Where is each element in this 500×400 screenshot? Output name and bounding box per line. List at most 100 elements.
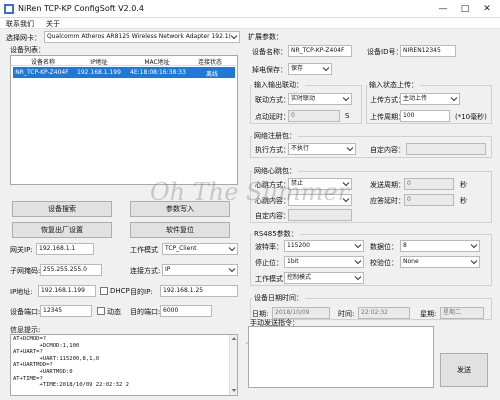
- power-loss-select[interactable]: 保存: [288, 63, 332, 75]
- log-line: +UARTMOD:0: [13, 368, 73, 375]
- conn-mode-value: IP: [165, 266, 171, 273]
- chevron-down-icon: [346, 147, 354, 152]
- chevron-down-icon: [342, 97, 350, 102]
- log-line: AT+DCMOD=?: [13, 336, 47, 342]
- upload-label: 输入状态上传：: [367, 80, 420, 90]
- col-device-name[interactable]: 设备名称: [15, 57, 71, 66]
- table-row[interactable]: NR_TCP-KP-Z404F 192.168.1.199 4E:18:08:1…: [13, 67, 235, 78]
- ip-field[interactable]: 192.168.1.199: [38, 285, 96, 297]
- menu-about[interactable]: 关于: [46, 19, 60, 29]
- dest-port-label: 目的端口:: [130, 308, 161, 316]
- upload-period-unit: (*10毫秒): [455, 113, 487, 121]
- conn-mode-select[interactable]: IP: [162, 264, 238, 276]
- chevron-down-icon: [228, 247, 236, 252]
- gateway-field[interactable]: 192.168.1.1: [36, 243, 94, 255]
- link-mode-value: 实时联动: [291, 95, 316, 102]
- chevron-down-icon: [228, 268, 236, 273]
- work-mode-select[interactable]: TCP_Client: [162, 243, 238, 255]
- close-button[interactable]: ✕: [476, 0, 498, 18]
- device-id-field[interactable]: NIREN12345: [400, 45, 456, 57]
- dynamic-label: 动态: [107, 308, 121, 316]
- cell-mac: 4E:18:08:16:38:33: [130, 69, 186, 76]
- chevron-down-icon: [230, 35, 238, 40]
- parity-label: 校验位：: [370, 259, 398, 267]
- stop-bits-select[interactable]: 1bit: [284, 256, 364, 268]
- data-bits-label: 数据位：: [370, 243, 398, 251]
- chevron-down-icon: [470, 260, 478, 265]
- hb-custom-field[interactable]: [288, 209, 352, 221]
- port-label: 设备端口:: [10, 308, 41, 316]
- rs485-mode-select[interactable]: 控制模式: [284, 272, 364, 284]
- baud-select[interactable]: 115200: [284, 240, 364, 252]
- data-bits-value: 8: [403, 242, 407, 249]
- parity-select[interactable]: None: [400, 256, 480, 268]
- exec-mode-select[interactable]: 不执行: [288, 143, 356, 155]
- baud-label: 波特率：: [255, 243, 283, 251]
- device-id-label: 设备ID号：: [367, 48, 403, 56]
- dynamic-checkbox[interactable]: [97, 307, 105, 315]
- data-bits-select[interactable]: 8: [400, 240, 480, 252]
- send-period-field[interactable]: 0: [404, 178, 454, 190]
- maximize-button[interactable]: □: [454, 0, 476, 18]
- log-output[interactable]: AT+DCMOD=? +DCMOD:1,100 AT+UART=? +UART:…: [10, 334, 238, 396]
- ext-params-label: 扩展参数：: [248, 33, 283, 41]
- log-scrollbar[interactable]: [229, 335, 237, 395]
- nic-select[interactable]: Qualcomm Atheros AR8125 Wireless Network…: [44, 31, 240, 43]
- exec-mode-value: 不执行: [291, 145, 310, 152]
- device-name-field[interactable]: NR_TCP-KP-Z404F: [288, 45, 352, 57]
- link-mode-label: 联动方式：: [255, 96, 290, 104]
- chevron-down-icon: [450, 97, 458, 102]
- device-list-label: 设备列表：: [10, 46, 45, 54]
- device-name-label: 设备名称：: [252, 48, 287, 56]
- command-input[interactable]: [248, 326, 434, 388]
- port-field[interactable]: 12345: [40, 305, 92, 317]
- send-button[interactable]: 发送: [440, 353, 488, 387]
- cell-ip: 192.168.1.199: [77, 69, 121, 76]
- dest-ip-label: 目的IP:: [130, 288, 153, 296]
- factory-reset-button[interactable]: 恢复出厂设置: [12, 222, 112, 238]
- exec-mode-label: 执行方式：: [255, 146, 290, 154]
- send-period-unit: 秒: [460, 181, 467, 189]
- work-mode-value: TCP_Client: [165, 245, 197, 252]
- chevron-down-icon: [354, 276, 362, 281]
- io-link-label: 输入输出联动：: [252, 80, 305, 90]
- link-mode-select[interactable]: 实时联动: [288, 93, 352, 105]
- jog-time-field[interactable]: 0: [288, 110, 340, 122]
- title-bar: NiRen TCP-KP ConfigSoft V2.0.4 — □ ✕: [0, 0, 500, 18]
- scroll-up-icon[interactable]: [231, 336, 237, 341]
- custom-content-field[interactable]: [406, 143, 486, 155]
- device-table: 设备名称 IP地址 MAC地址 连接状态 NR_TCP-KP-Z404F 192…: [10, 55, 238, 185]
- col-status[interactable]: 连接状态: [187, 57, 233, 66]
- menu-contact[interactable]: 联系我们: [6, 19, 34, 29]
- weekday-field[interactable]: 星期二: [440, 307, 484, 319]
- upload-mode-select[interactable]: 主动上传: [400, 93, 460, 105]
- jog-time-label: 点动延时：: [255, 113, 290, 121]
- log-line: AT+UART=?: [13, 349, 43, 356]
- heartbeat-label: 网络心跳包：: [252, 166, 298, 176]
- gateway-label: 网关IP:: [10, 246, 33, 254]
- reply-timeout-label: 应答延时：: [370, 197, 405, 205]
- upload-mode-value: 主动上传: [403, 95, 428, 102]
- menu-bar: 联系我们 关于: [0, 18, 500, 29]
- dhcp-checkbox[interactable]: [100, 287, 108, 295]
- baud-value: 115200: [287, 242, 310, 249]
- col-ip[interactable]: IP地址: [71, 57, 127, 66]
- parity-value: None: [403, 258, 419, 265]
- reply-timeout-field[interactable]: 0: [404, 194, 454, 206]
- minimize-button[interactable]: —: [432, 0, 454, 18]
- rs485-mode-value: 控制模式: [287, 274, 312, 281]
- upload-period-field[interactable]: 100: [400, 110, 450, 122]
- subnet-field[interactable]: 255.255.255.0: [40, 264, 102, 276]
- dest-port-field[interactable]: 6000: [160, 305, 212, 317]
- custom-content-label: 自定内容：: [370, 146, 405, 154]
- dest-ip-field[interactable]: 192.168.1.25: [160, 285, 238, 297]
- dhcp-label: DHCP: [110, 287, 130, 295]
- conn-mode-label: 连接方式:: [130, 267, 161, 275]
- scroll-down-icon[interactable]: [231, 388, 237, 393]
- col-mac[interactable]: MAC地址: [127, 57, 187, 66]
- work-mode-label: 工作模式: [130, 246, 158, 254]
- software-reset-button[interactable]: 软件复位: [130, 222, 230, 238]
- register-label: 网络注册包：: [252, 131, 298, 141]
- time-field[interactable]: 22:02:32: [358, 307, 410, 319]
- device-search-button[interactable]: 设备搜索: [12, 201, 112, 217]
